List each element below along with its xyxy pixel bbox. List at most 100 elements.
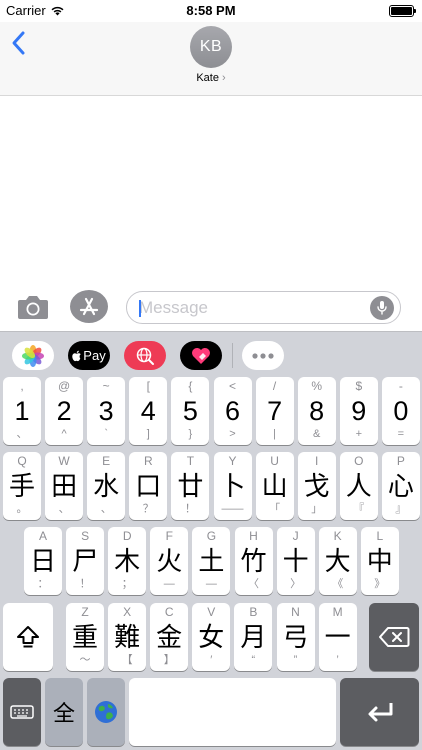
key-main-label: 4 [140,396,156,426]
key-main-label: 心 [387,471,414,501]
key-main-label: 9 [351,396,367,426]
key-row4-6[interactable]: M 一 ’ [318,603,357,671]
key-top-label: P [396,454,405,468]
apple-pay-button[interactable]: Pay [68,341,110,370]
globe-key[interactable] [87,678,125,746]
key-row3-8[interactable]: L 中》 [360,527,399,595]
key-row3-1[interactable]: S 尸 ！ [66,527,105,595]
key-row1-0[interactable]: , 1 、 [3,377,41,445]
key-top-label: @ [58,379,71,393]
key-row2-4[interactable]: T 廿 ！ [171,452,210,520]
key-row1-3[interactable]: [4] [129,377,168,445]
key-main-label: 水 [93,471,120,501]
key-bot-label: ` [104,428,109,440]
key-row3-5[interactable]: H 竹〈 [234,527,273,595]
key-row2-0[interactable]: Q 手。 [3,452,41,520]
key-row4-3[interactable]: V 女 ′ [192,603,231,671]
key-row1-8[interactable]: $9 + [339,377,378,445]
key-bot-label: ] [146,428,150,440]
key-row2-7[interactable]: I 戈」 [297,452,336,520]
key-row2-6[interactable]: U 山「 [255,452,294,520]
key-row1-1[interactable]: @2 ^ [45,377,84,445]
camera-button[interactable] [16,293,50,321]
key-main-label: 日 [29,546,56,576]
drawer-divider [232,343,233,368]
key-row4-1[interactable]: X 難【 [108,603,147,671]
avatar-initials: KB [199,38,223,55]
key-bot-label: 〈 [248,578,259,590]
key-row1-2[interactable]: ~3 ` [87,377,126,445]
web-search-app-button[interactable] [124,341,166,370]
key-row3-6[interactable]: J 十〉 [276,527,315,595]
message-field[interactable] [126,291,401,324]
keyboard-switch-key[interactable] [3,678,41,746]
contact-name: Kate [196,72,219,84]
key-row4-5[interactable]: N 弓 ” [276,603,315,671]
key-main-label: 弓 [282,622,309,652]
key-row4-2[interactable]: C 金】 [150,603,189,671]
chevron-right-icon: › [222,72,226,84]
key-top-label: G [206,529,217,543]
key-bot-label: 。 [16,503,28,515]
chevron-left-icon [12,31,25,55]
key-bot-label: 〉 [290,578,302,590]
more-apps-button[interactable] [242,341,284,370]
key-row4-4[interactable]: B 月 “ [234,603,273,671]
photos-app-button[interactable] [12,341,54,370]
key-top-label: < [228,379,236,393]
full-width-toggle-key[interactable]: 全 [45,678,83,746]
app-store-button[interactable] [70,290,108,323]
key-bot-label: & [313,428,321,440]
globe-search-icon [136,347,154,365]
message-input[interactable] [139,298,369,318]
key-row2-2[interactable]: E 水、 [87,452,126,520]
key-row1-6[interactable]: / 7 | [255,377,294,445]
key-main-label: 廿 [177,471,204,501]
key-row1-7[interactable]: % 8 & [297,377,336,445]
key-bot-label: 】 [163,654,175,666]
key-top-label: E [102,454,111,468]
key-top-label: X [123,605,132,619]
key-row1-9[interactable]: - 0 = [381,377,420,445]
key-row4-0[interactable]: Z 重 ～ [66,603,104,671]
key-bot-label: 』 [395,503,407,515]
contact-avatar[interactable]: KB [190,26,232,68]
key-bot-label: 、 [16,428,28,440]
key-row2-8[interactable]: O 人『 [339,452,378,520]
full-width-label: 全 [52,701,75,726]
space-key[interactable] [129,678,336,746]
key-main-label: 8 [309,396,325,426]
key-row3-0[interactable]: A 日 ： [24,527,62,595]
dictation-button[interactable] [370,296,394,320]
contact-name-button[interactable]: Kate › [0,72,422,84]
key-main-label: 木 [114,546,141,576]
key-top-label: O [354,454,364,468]
key-row3-3[interactable]: F 火 — [150,527,189,595]
key-row1-4[interactable]: {5} [171,377,210,445]
back-button[interactable] [8,28,32,58]
key-row3-2[interactable]: D 木 ； [108,527,147,595]
key-top-label: R [143,454,153,468]
key-row2-5[interactable]: Y 卜 —— [213,452,252,520]
return-key[interactable] [340,678,419,746]
shift-icon [17,626,39,648]
digital-touch-app-button[interactable] [180,341,222,370]
shift-key[interactable] [3,603,53,671]
key-row2-1[interactable]: W 田、 [45,452,84,520]
compose-bar [0,285,422,331]
key-row2-9[interactable]: P 心』 [381,452,420,520]
key-top-label: N [291,605,300,619]
status-bar: Carrier 8:58 PM [0,0,422,22]
key-main-label: 月 [240,622,267,652]
key-top-label: C [164,605,174,619]
key-top-label: / [272,379,277,393]
apple-logo-icon [72,350,82,361]
cangjie-keyboard: , 1、 @2 ^ ~3 `[4]{5} <6 >/7 |% 8 & $9 + -0 = Q 手。 W 田、 E 水、… [0,377,422,750]
key-row1-5[interactable]: <6 > [213,377,252,445]
key-row3-4[interactable]: G 土 — [192,527,231,595]
delete-key[interactable] [369,603,419,671]
key-main-label: 口 [135,471,162,501]
key-row2-3[interactable]: R 口 ？ [129,452,168,520]
key-row3-7[interactable]: K 大《 [318,527,357,595]
key-top-label: I [315,454,319,468]
